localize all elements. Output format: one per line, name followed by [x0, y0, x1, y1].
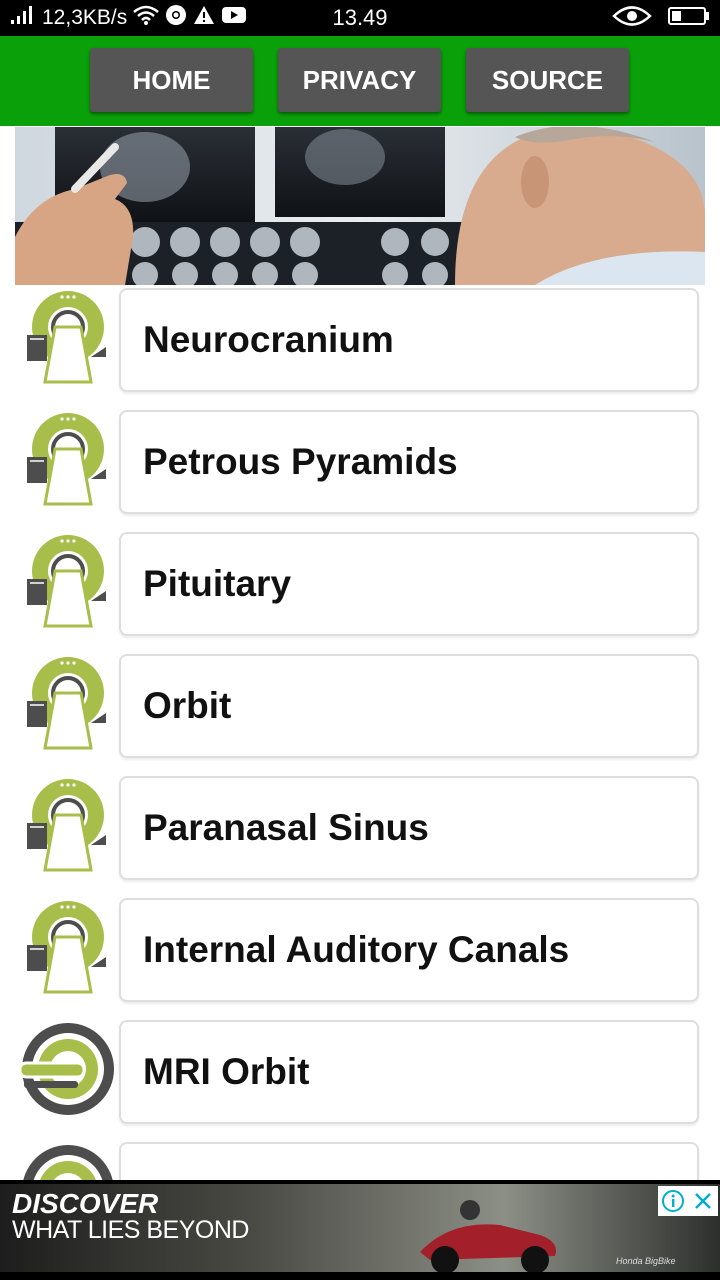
- list-item[interactable]: Petrous Pyramids: [0, 409, 720, 517]
- list-item[interactable]: Pituitary: [0, 531, 720, 639]
- list-item-card[interactable]: MRI Orbit: [119, 1020, 699, 1124]
- list-item-label: Internal Auditory Canals: [143, 929, 570, 970]
- list-item-label: MRI Orbit: [143, 1051, 310, 1092]
- list-item-label: Orbit: [143, 685, 232, 726]
- eye-icon: [612, 5, 652, 32]
- ad-subline: WHAT LIES BEYOND: [12, 1216, 249, 1244]
- ct-scanner-icon: [18, 531, 118, 631]
- list-item-card[interactable]: [119, 1142, 699, 1180]
- ct-scanner-icon: [18, 287, 118, 387]
- ct-scanner-icon: [18, 897, 118, 997]
- ad-banner[interactable]: DISCOVER WHAT LIES BEYOND Honda BigBike: [0, 1180, 720, 1280]
- mri-scanner-icon: [18, 1141, 118, 1180]
- list-item-label: Paranasal Sinus: [143, 807, 429, 848]
- list-item-label: Neurocranium: [143, 319, 394, 360]
- privacy-button[interactable]: PRIVACY: [278, 48, 441, 112]
- battery-icon: [668, 6, 710, 31]
- ct-scanner-icon: [18, 775, 118, 875]
- list-item-label: Petrous Pyramids: [143, 441, 458, 482]
- ad-close-icon[interactable]: [688, 1186, 718, 1216]
- list-item[interactable]: MRI Orbit: [0, 1019, 720, 1127]
- ct-scanner-icon: [18, 653, 118, 753]
- ad-info-icon[interactable]: [658, 1186, 688, 1216]
- list-item-card[interactable]: Pituitary: [119, 532, 699, 636]
- ad-brand: Honda BigBike: [616, 1256, 676, 1266]
- ct-scanner-icon: [18, 409, 118, 509]
- hero-banner-image: [15, 127, 705, 285]
- list-item-card[interactable]: Petrous Pyramids: [119, 410, 699, 514]
- list-item[interactable]: Neurocranium: [0, 287, 720, 395]
- list-item-card[interactable]: Orbit: [119, 654, 699, 758]
- list-item[interactable]: Internal Auditory Canals: [0, 897, 720, 1005]
- source-button[interactable]: SOURCE: [466, 48, 629, 112]
- list-item[interactable]: Paranasal Sinus: [0, 775, 720, 883]
- status-bar: 12,3KB/s 13.49: [0, 0, 720, 36]
- mri-scanner-icon: [18, 1019, 118, 1119]
- list-item-card[interactable]: Neurocranium: [119, 288, 699, 392]
- list-item-card[interactable]: Internal Auditory Canals: [119, 898, 699, 1002]
- top-nav-bar: HOME PRIVACY SOURCE: [0, 36, 720, 126]
- list-item-card[interactable]: Paranasal Sinus: [119, 776, 699, 880]
- list-item-label: Pituitary: [143, 563, 292, 604]
- list-item[interactable]: Orbit: [0, 653, 720, 761]
- topic-list: Neurocranium Petrous Pyramids Pituitary …: [0, 287, 720, 1180]
- list-item[interactable]: [0, 1141, 720, 1180]
- home-button[interactable]: HOME: [90, 48, 253, 112]
